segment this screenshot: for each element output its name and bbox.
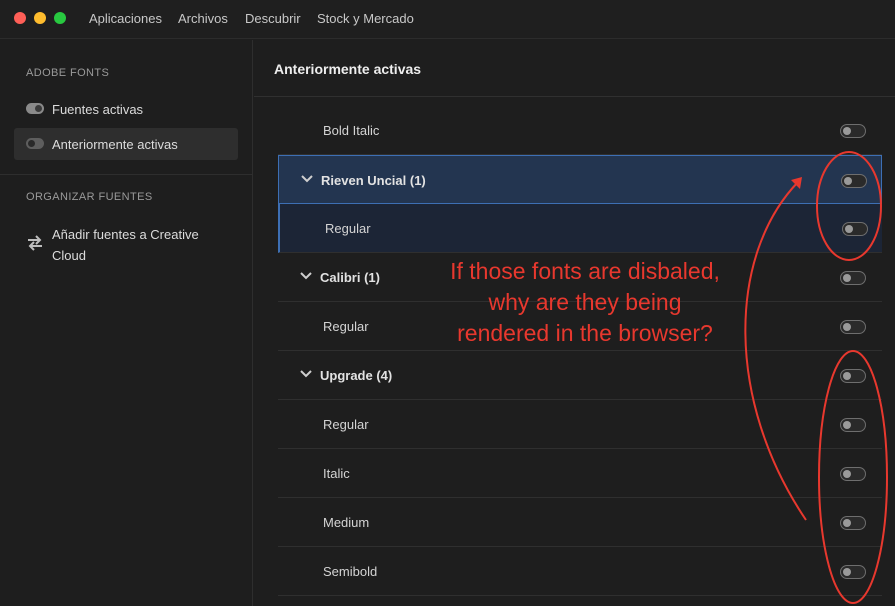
annotation-line: If those fonts are disbaled, — [450, 258, 720, 284]
sidebar-item-add-fonts[interactable]: Añadir fuentes a Creative Cloud — [52, 224, 222, 266]
close-window-button[interactable] — [14, 12, 26, 24]
font-style-row: Semibold — [278, 547, 882, 596]
sidebar-item-label: Fuentes activas — [52, 102, 144, 117]
main-header: Anteriormente activas — [254, 40, 895, 97]
activate-toggle[interactable] — [840, 320, 866, 334]
annotation-line: rendered in the browser? — [457, 320, 713, 346]
font-style-label: Regular — [323, 417, 369, 432]
section-label-adobe-fonts: ADOBE FONTS — [26, 67, 110, 79]
font-style-row: Bold Italic — [278, 106, 882, 155]
font-style-row: Italic — [278, 449, 882, 498]
activate-toggle[interactable] — [840, 369, 866, 383]
font-family-label: Calibri (1) — [320, 270, 380, 285]
chevron-down-icon[interactable] — [300, 174, 314, 184]
font-style-row: Medium — [278, 498, 882, 547]
font-family-row[interactable]: Rieven Uncial (1) — [278, 155, 882, 204]
activate-toggle[interactable] — [841, 174, 867, 188]
annotation-line: why are they being — [488, 289, 682, 315]
font-style-label: Semibold — [323, 564, 378, 579]
menu-aplicaciones[interactable]: Aplicaciones — [89, 11, 162, 26]
menu-stock-y-mercado[interactable]: Stock y Mercado — [317, 11, 414, 26]
chevron-down-icon[interactable] — [299, 271, 313, 281]
section-label-organizar-fuentes: ORGANIZAR FUENTES — [26, 191, 153, 203]
font-style-row: Regular — [278, 400, 882, 449]
font-style-label: Bold Italic — [323, 123, 380, 138]
activate-toggle[interactable] — [840, 467, 866, 481]
activate-toggle[interactable] — [842, 222, 868, 236]
activate-toggle[interactable] — [840, 418, 866, 432]
activate-toggle[interactable] — [840, 516, 866, 530]
annotation-text: If those fonts are disbaled, why are the… — [420, 256, 750, 349]
toggle-icon — [26, 103, 44, 114]
sidebar-divider — [0, 174, 253, 175]
activate-toggle[interactable] — [840, 271, 866, 285]
sidebar-item-label: Anteriormente activas — [52, 137, 178, 152]
zoom-window-button[interactable] — [54, 12, 66, 24]
sidebar: ADOBE FONTS Fuentes activas Anteriorment… — [0, 40, 253, 606]
minimize-window-button[interactable] — [34, 12, 46, 24]
sidebar-item-fuentes-activas[interactable]: Fuentes activas — [14, 93, 238, 125]
sidebar-item-anteriormente-activas[interactable]: Anteriormente activas — [14, 128, 238, 160]
toggle-icon — [26, 138, 44, 149]
sync-arrows-icon — [28, 235, 42, 251]
font-style-label: Regular — [325, 221, 371, 236]
page-title: Anteriormente activas — [274, 61, 422, 77]
chevron-down-icon[interactable] — [299, 369, 313, 379]
font-family-row[interactable]: Upgrade (4) — [278, 351, 882, 400]
font-style-label: Italic — [323, 466, 350, 481]
font-family-label: Rieven Uncial (1) — [321, 173, 426, 188]
title-bar: Aplicaciones Archivos Descubrir Stock y … — [0, 0, 895, 39]
menu-descubrir[interactable]: Descubrir — [245, 11, 301, 26]
font-family-label: Upgrade (4) — [320, 368, 393, 383]
font-style-label: Medium — [323, 515, 370, 530]
activate-toggle[interactable] — [840, 565, 866, 579]
font-style-label: Regular — [323, 319, 369, 334]
menu-archivos[interactable]: Archivos — [178, 11, 228, 26]
activate-toggle[interactable] — [840, 124, 866, 138]
font-style-row: Regular — [278, 204, 882, 253]
